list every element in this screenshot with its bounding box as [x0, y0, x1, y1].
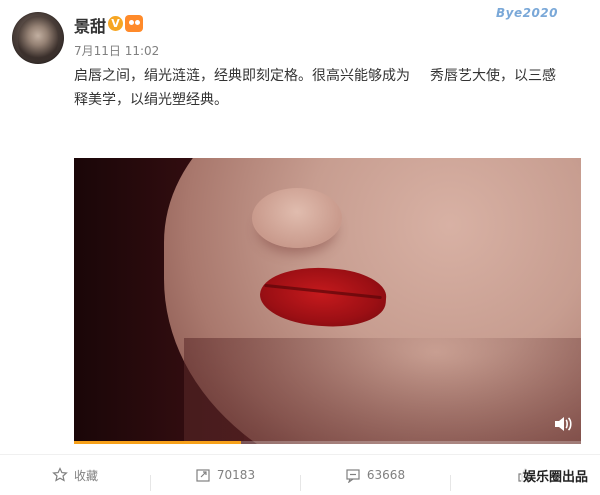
source-watermark: 娱乐圈出品	[520, 466, 590, 485]
repost-count: 70183	[216, 468, 256, 482]
repost-button[interactable]: 70183	[150, 467, 300, 491]
avatar[interactable]	[12, 12, 64, 64]
member-icon[interactable]	[125, 15, 143, 32]
comment-button[interactable]: 63668	[300, 467, 450, 491]
post-text-line1-tail: 秀唇艺大使，以三感	[430, 68, 556, 84]
watermark-logo: Bye2020	[496, 6, 559, 20]
favorite-button[interactable]: 收藏	[0, 467, 150, 484]
video-player[interactable]	[74, 158, 581, 444]
repost-icon	[195, 467, 211, 483]
post-text-line1: 启唇之间，绢光涟涟，经典即刻定格。很高兴能够成为	[74, 68, 410, 84]
post-text: 启唇之间，绢光涟涟，经典即刻定格。很高兴能够成为 秀唇艺大使，以三感 释美学，以绢…	[74, 64, 582, 112]
favorite-label: 收藏	[73, 468, 98, 483]
post-timestamp[interactable]: 7月11日 11:02	[74, 42, 159, 59]
author-name[interactable]: 景甜	[74, 13, 106, 37]
post-text-line2: 释美学，以绢光塑经典。	[74, 92, 228, 108]
video-progress-fill	[74, 441, 242, 444]
star-icon	[52, 467, 68, 483]
action-bar: 收藏 70183 63668	[0, 454, 600, 495]
comment-icon	[345, 467, 361, 484]
comment-count: 63668	[366, 468, 406, 482]
volume-icon[interactable]	[554, 416, 572, 432]
verified-icon: V	[108, 16, 123, 31]
video-progress-bar[interactable]	[74, 441, 581, 444]
